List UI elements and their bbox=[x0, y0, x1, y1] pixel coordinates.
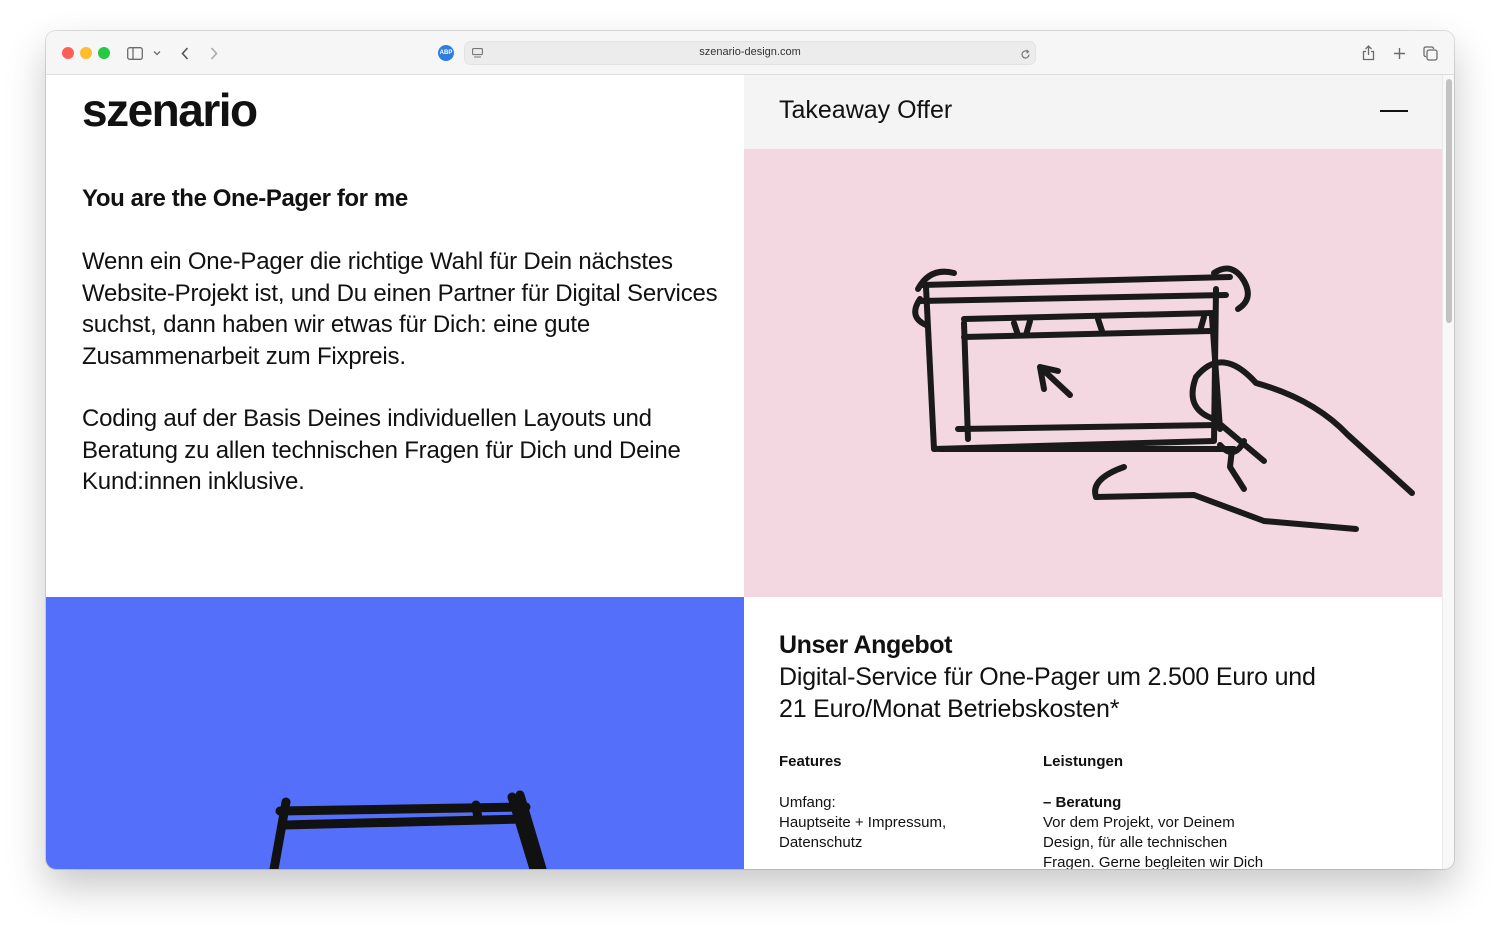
offer-section: Unser Angebot Digital-Service für One-Pa… bbox=[744, 597, 1442, 869]
offer-title: Unser Angebot bbox=[779, 631, 953, 659]
forward-icon[interactable] bbox=[207, 43, 221, 63]
offer-panel-header[interactable]: Takeaway Offer bbox=[744, 75, 1442, 149]
features-heading: Features bbox=[779, 753, 842, 770]
url-text: szenario-design.com bbox=[699, 46, 801, 58]
adblock-label: ABP bbox=[439, 50, 453, 56]
site-logo[interactable]: szenario bbox=[82, 83, 258, 137]
services-item-text: Vor dem Projekt, vor Deinem Design, für … bbox=[1043, 814, 1264, 869]
blue-illustration-panel bbox=[46, 597, 744, 869]
offer-subtitle: Digital-Service für One-Pager um 2.500 E… bbox=[779, 663, 1316, 723]
intro-paragraph-2: Coding auf der Basis Deines individuelle… bbox=[82, 405, 681, 495]
intro-heading: You are the One-Pager for me bbox=[82, 185, 408, 212]
hand-drawn-frame-illustration bbox=[269, 790, 547, 869]
features-text: Umfang: Hauptseite + Impressum, Datensch… bbox=[779, 794, 947, 851]
chevron-down-icon[interactable] bbox=[152, 43, 162, 63]
tab-overview-icon[interactable] bbox=[1422, 43, 1438, 63]
scrollbar-thumb[interactable] bbox=[1446, 79, 1452, 323]
page-content: szenario You are the One-Pager for me We… bbox=[46, 75, 1442, 869]
services-item-title: – Beratung bbox=[1043, 794, 1122, 811]
browser-window: ABP szenario-design.com szenario You are… bbox=[46, 31, 1454, 869]
services-list: – Beratung Vor dem Projekt, vor Deinem D… bbox=[1043, 793, 1283, 869]
hand-holding-browser-illustration bbox=[912, 265, 1415, 532]
zoom-window-button[interactable] bbox=[98, 47, 110, 59]
vertical-scrollbar[interactable] bbox=[1442, 75, 1454, 869]
browser-toolbar: ABP szenario-design.com bbox=[46, 31, 1454, 75]
collapse-icon[interactable] bbox=[1380, 110, 1408, 112]
pink-illustration-panel bbox=[744, 149, 1442, 597]
minimize-window-button[interactable] bbox=[80, 47, 92, 59]
address-bar[interactable]: szenario-design.com bbox=[464, 41, 1036, 65]
intro-section: szenario You are the One-Pager for me We… bbox=[46, 75, 744, 597]
share-icon[interactable] bbox=[1360, 43, 1376, 63]
new-tab-icon[interactable] bbox=[1391, 43, 1407, 63]
panel-title: Takeaway Offer bbox=[779, 96, 953, 124]
back-icon[interactable] bbox=[178, 43, 192, 63]
services-heading: Leistungen bbox=[1043, 753, 1124, 770]
sidebar-icon[interactable] bbox=[126, 43, 144, 63]
intro-paragraph-1: Wenn ein One-Pager die richtige Wahl für… bbox=[82, 248, 718, 370]
close-window-button[interactable] bbox=[62, 47, 74, 59]
reload-icon[interactable] bbox=[1019, 47, 1031, 61]
adblock-icon[interactable]: ABP bbox=[438, 45, 454, 61]
